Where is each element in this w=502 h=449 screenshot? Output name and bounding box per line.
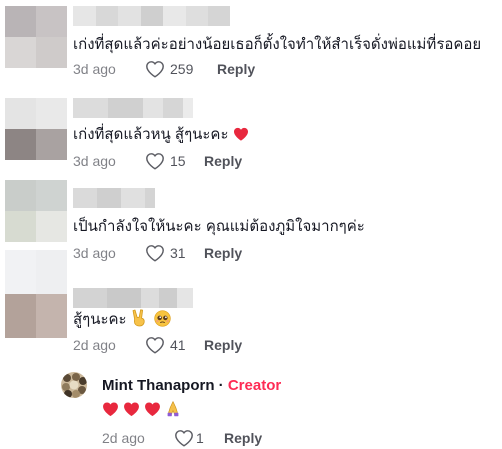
avatar-pixel bbox=[5, 129, 36, 160]
like-count: 259 bbox=[170, 61, 194, 77]
comment-meta: 2d ago 41 bbox=[73, 334, 186, 356]
creator-comment-meta: 2d ago 1 bbox=[102, 427, 204, 449]
name-pixel bbox=[177, 288, 193, 308]
name-pixel bbox=[208, 6, 230, 26]
reply-button[interactable]: Reply bbox=[217, 61, 255, 77]
avatar-pixel bbox=[5, 37, 36, 68]
pleading-face-emoji bbox=[154, 310, 171, 333]
comment-time: 2d ago bbox=[73, 337, 116, 353]
creator-avatar[interactable] bbox=[61, 372, 87, 398]
avatar-pixel bbox=[5, 294, 36, 338]
avatar-pixel bbox=[36, 129, 67, 160]
user-avatar-censored[interactable] bbox=[5, 180, 67, 242]
heart-outline-icon bbox=[145, 152, 165, 170]
user-avatar-censored[interactable] bbox=[5, 250, 67, 338]
heart-outline-icon bbox=[145, 60, 165, 78]
avatar-pixel bbox=[5, 211, 36, 242]
avatar-pixel bbox=[36, 294, 67, 338]
heart-outline-icon bbox=[174, 429, 194, 447]
like-count: 31 bbox=[170, 245, 186, 261]
comment-item: เก่งที่สุดแล้วหนู สู้ๆนะคะ 3d ago 15 Rep… bbox=[0, 92, 502, 182]
name-pixel bbox=[73, 6, 96, 26]
like-count: 41 bbox=[170, 337, 186, 353]
name-pixel bbox=[163, 98, 183, 118]
avatar-pixel bbox=[5, 98, 36, 129]
name-pixel bbox=[159, 288, 177, 308]
red-heart-emoji bbox=[123, 401, 140, 422]
red-heart-emoji bbox=[102, 401, 119, 422]
creator-name-line: Mint Thanaporn · Creator bbox=[102, 376, 281, 396]
comment-time: 3d ago bbox=[73, 153, 116, 169]
comment-item: เป็นกำลังใจให้นะคะ คุณแม่ต้องภูมิใจมากๆค… bbox=[0, 180, 502, 274]
comment-text: เก่งที่สุดแล้วค่ะอย่างน้อยเธอก็ตั้งใจทำใ… bbox=[73, 36, 482, 53]
username-censored[interactable] bbox=[73, 288, 193, 308]
reply-button[interactable]: Reply bbox=[204, 337, 242, 353]
name-pixel bbox=[118, 6, 141, 26]
red-heart-emoji bbox=[144, 401, 161, 422]
comment-item: สู้ๆนะคะ 2d ago 41 Reply bbox=[0, 250, 502, 364]
comment-meta: 3d ago 15 bbox=[73, 150, 186, 172]
comment-time: 3d ago bbox=[73, 61, 116, 77]
name-pixel bbox=[97, 188, 121, 208]
name-pixel bbox=[183, 98, 193, 118]
comment-text: เป็นกำลังใจให้นะคะ คุณแม่ต้องภูมิใจมากๆค… bbox=[73, 218, 365, 235]
name-pixel bbox=[141, 6, 163, 26]
reply-button[interactable]: Reply bbox=[204, 245, 242, 261]
like-button[interactable]: 41 bbox=[145, 336, 186, 354]
folded-hands-emoji bbox=[165, 400, 181, 422]
name-separator: · bbox=[218, 377, 224, 394]
comment-text-body: สู้ๆนะคะ bbox=[73, 311, 127, 328]
name-pixel bbox=[186, 6, 208, 26]
avatar-pixel bbox=[5, 250, 36, 294]
heart-outline-icon bbox=[145, 336, 165, 354]
comment-text: สู้ๆนะคะ bbox=[73, 309, 171, 333]
name-pixel bbox=[121, 188, 145, 208]
like-count: 1 bbox=[196, 430, 204, 446]
avatar-pixel bbox=[5, 180, 36, 211]
name-pixel bbox=[73, 288, 107, 308]
like-count: 15 bbox=[170, 153, 186, 169]
creator-comment-text bbox=[102, 400, 181, 422]
avatar-pixel bbox=[36, 250, 67, 294]
name-pixel bbox=[73, 188, 97, 208]
avatar-pixel bbox=[36, 98, 67, 129]
username-censored[interactable] bbox=[73, 6, 230, 26]
comment-meta: 3d ago 31 bbox=[73, 242, 186, 264]
like-button[interactable]: 1 bbox=[174, 429, 204, 447]
user-avatar-censored[interactable] bbox=[5, 98, 67, 160]
name-pixel bbox=[107, 288, 141, 308]
like-button[interactable]: 259 bbox=[145, 60, 193, 78]
comment-item: เก่งที่สุดแล้วค่ะอย่างน้อยเธอก็ตั้งใจทำใ… bbox=[0, 0, 502, 90]
name-pixel bbox=[143, 98, 163, 118]
name-pixel bbox=[145, 188, 155, 208]
avatar-pixel bbox=[36, 180, 67, 211]
red-heart-emoji bbox=[233, 126, 249, 148]
avatar-pixel bbox=[5, 6, 36, 37]
heart-outline-icon bbox=[145, 244, 165, 262]
name-pixel bbox=[96, 6, 118, 26]
username-censored[interactable] bbox=[73, 98, 193, 118]
avatar-pixel bbox=[36, 6, 67, 37]
avatar-pixel bbox=[36, 211, 67, 242]
creator-username[interactable]: Mint Thanaporn bbox=[102, 377, 215, 394]
name-pixel bbox=[73, 98, 108, 118]
comment-time: 3d ago bbox=[73, 245, 116, 261]
comment-time: 2d ago bbox=[102, 430, 145, 446]
comment-text: เก่งที่สุดแล้วหนู สู้ๆนะคะ bbox=[73, 125, 249, 148]
name-pixel bbox=[163, 6, 186, 26]
user-avatar-censored[interactable] bbox=[5, 6, 67, 68]
reply-button[interactable]: Reply bbox=[204, 153, 242, 169]
avatar-pixel bbox=[36, 37, 67, 68]
like-button[interactable]: 31 bbox=[145, 244, 186, 262]
name-pixel bbox=[108, 98, 143, 118]
username-censored[interactable] bbox=[73, 188, 155, 208]
comment-meta: 3d ago 259 bbox=[73, 58, 193, 80]
victory-hand-emoji bbox=[131, 309, 147, 333]
name-pixel bbox=[141, 288, 159, 308]
comment-text-body: เก่งที่สุดแล้วหนู สู้ๆนะคะ bbox=[73, 126, 229, 143]
creator-badge: Creator bbox=[227, 377, 282, 394]
reply-button[interactable]: Reply bbox=[224, 430, 262, 446]
like-button[interactable]: 15 bbox=[145, 152, 186, 170]
